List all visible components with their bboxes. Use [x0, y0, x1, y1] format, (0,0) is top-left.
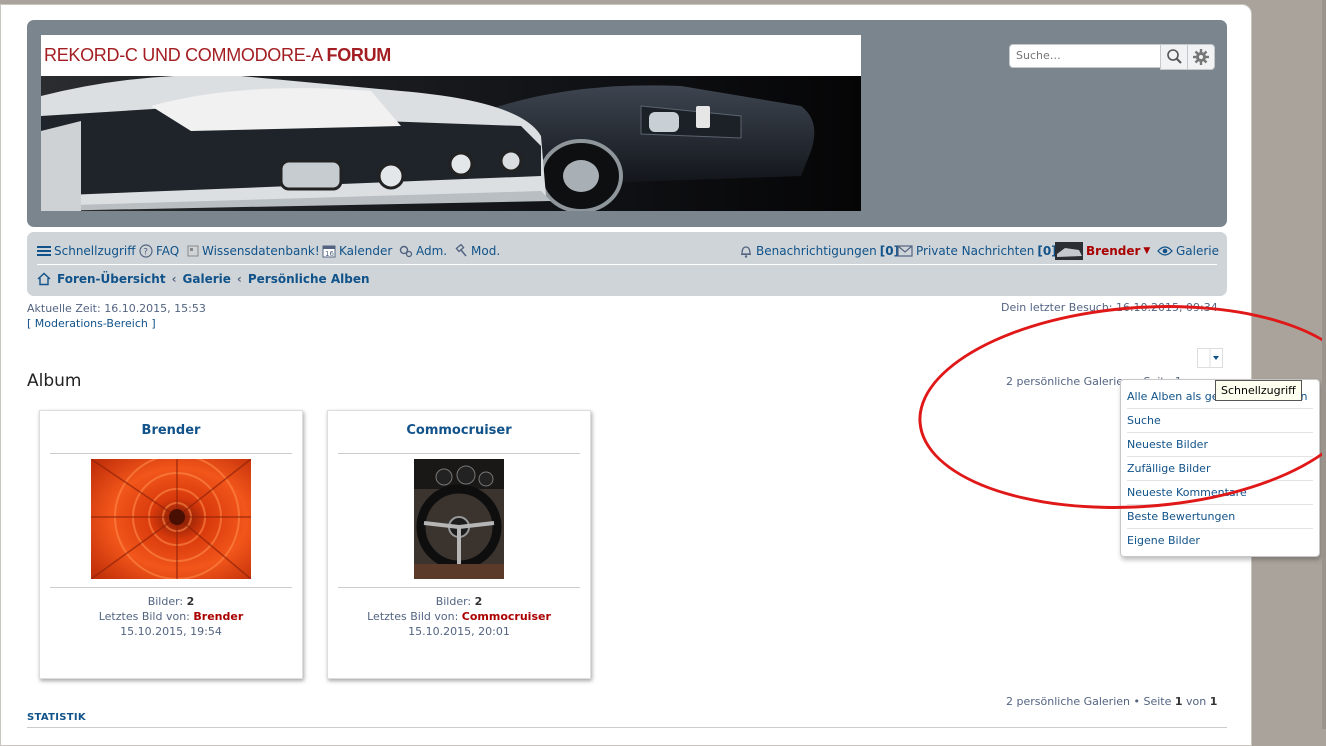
search-icon: [1167, 49, 1182, 64]
dropdown-item-own-images[interactable]: Eigene Bilder: [1127, 529, 1313, 552]
dropdown-item-random-images[interactable]: Zufällige Bilder: [1127, 457, 1313, 481]
page-title: Album: [27, 371, 82, 391]
moderation-area-link[interactable]: [ Moderations-Bereich ]: [27, 317, 156, 330]
nav-private-messages[interactable]: Private Nachrichten [0]: [897, 242, 1057, 260]
search-box: [1009, 44, 1161, 68]
navbar: Schnellzugriff ? FAQ Wissensdatenbank! 1…: [27, 232, 1227, 296]
forum-page: REKORD-C UND COMMODORE-A FORUM Suche… Sc…: [0, 4, 1252, 746]
breadcrumb-separator: ‹: [236, 272, 242, 286]
album-card-title[interactable]: Commocruiser: [328, 423, 590, 438]
album-card-meta: Bilder: 2 Letztes Bild von: Brender 15.1…: [98, 595, 244, 638]
divider: [338, 453, 580, 454]
kb-icon: [187, 245, 199, 257]
search-button[interactable]: [1160, 44, 1188, 70]
eye-icon: [1157, 246, 1173, 256]
navbar-divider: [37, 264, 1217, 265]
scrollbar[interactable]: [1322, 0, 1326, 729]
chevron-down-icon: ▼: [1143, 246, 1151, 256]
quicklinks-dropdown: Alle Alben als gelesen markieren Suche N…: [1120, 379, 1320, 557]
home-icon: [37, 272, 51, 286]
nav-faq[interactable]: ? FAQ: [139, 242, 179, 260]
forum-header: REKORD-C UND COMMODORE-A FORUM: [27, 20, 1227, 227]
tooltip: Schnellzugriff: [1215, 380, 1302, 401]
cogs-icon: [399, 245, 413, 258]
banner-title-strip: REKORD-C UND COMMODORE-A FORUM: [41, 35, 861, 76]
gear-icon: [1193, 49, 1209, 65]
breadcrumb: Foren-Übersicht ‹ Galerie ‹ Persönliche …: [37, 272, 370, 286]
dropdown-item-search[interactable]: Suche: [1127, 409, 1313, 433]
flower-image: [91, 459, 251, 579]
menu-icon: [37, 246, 51, 256]
album-card[interactable]: Commocruiser Bilder: 2 Letztes Bild von:…: [327, 410, 591, 679]
nav-quicklinks[interactable]: Schnellzugriff: [37, 242, 136, 260]
svg-text:16: 16: [325, 250, 334, 258]
last-image-user-link[interactable]: Commocruiser: [462, 610, 551, 623]
album-card-title[interactable]: Brender: [40, 423, 302, 438]
dropdown-item-top-rated[interactable]: Beste Bewertungen: [1127, 505, 1313, 529]
last-image-user-link[interactable]: Brender: [193, 610, 243, 623]
envelope-icon: [897, 245, 913, 257]
statistics-heading[interactable]: STATISTIK: [27, 712, 86, 723]
chevron-down-icon: [1209, 349, 1219, 367]
last-visit: Dein letzter Besuch: 16.10.2015, 09:34: [1001, 301, 1218, 314]
dropdown-item-newest-images[interactable]: Neueste Bilder: [1127, 433, 1313, 457]
breadcrumb-personal-albums[interactable]: Persönliche Alben: [248, 272, 370, 286]
steering-wheel-image: [414, 459, 504, 579]
nav-calendar[interactable]: 16 Kalender: [322, 242, 392, 260]
current-time: Aktuelle Zeit: 16.10.2015, 15:53: [27, 302, 206, 315]
divider: [50, 453, 292, 454]
nav-gallery[interactable]: Galerie: [1157, 242, 1219, 260]
album-thumbnail[interactable]: [414, 459, 504, 579]
site-title: REKORD-C UND COMMODORE-A FORUM: [44, 45, 392, 65]
calendar-icon: 16: [322, 245, 336, 258]
album-thumbnail[interactable]: [91, 459, 251, 579]
svg-text:?: ?: [143, 248, 148, 258]
breadcrumb-separator: ‹: [171, 272, 177, 286]
divider: [27, 727, 1227, 728]
nav-user-menu[interactable]: Brender ▼: [1055, 242, 1150, 260]
album-card-meta: Bilder: 2 Letztes Bild von: Commocruiser…: [367, 595, 551, 638]
nav-moderator[interactable]: Mod.: [454, 242, 500, 260]
bell-icon: [741, 246, 751, 258]
forum-banner[interactable]: REKORD-C UND COMMODORE-A FORUM: [41, 35, 861, 211]
advanced-search-button[interactable]: [1187, 44, 1215, 70]
nav-admin[interactable]: Adm.: [399, 242, 447, 260]
breadcrumb-forum-index[interactable]: Foren-Übersicht: [57, 272, 166, 286]
divider: [50, 587, 292, 588]
nav-notifications[interactable]: Benachrichtigungen [0]: [739, 242, 899, 260]
info-left: Aktuelle Zeit: 16.10.2015, 15:53 [ Moder…: [27, 301, 206, 331]
nav-knowledge-base[interactable]: Wissensdatenbank!: [187, 242, 320, 260]
breadcrumb-gallery[interactable]: Galerie: [183, 272, 231, 286]
dropdown-item-newest-comments[interactable]: Neueste Kommentare: [1127, 481, 1313, 505]
gavel-icon: [455, 244, 467, 257]
album-card[interactable]: Brender Bilder: 2 Letztes Bild von: Bren…: [39, 410, 303, 679]
gallery-count-bottom: 2 persönliche Galerien • Seite 1 von 1: [1006, 695, 1218, 708]
divider: [338, 587, 580, 588]
avatar: [1055, 242, 1083, 260]
quicklinks-dropdown-button[interactable]: [1197, 348, 1223, 368]
banner-car-photo: [41, 76, 861, 211]
search-input[interactable]: [1014, 48, 1158, 63]
help-icon: ?: [139, 244, 153, 258]
